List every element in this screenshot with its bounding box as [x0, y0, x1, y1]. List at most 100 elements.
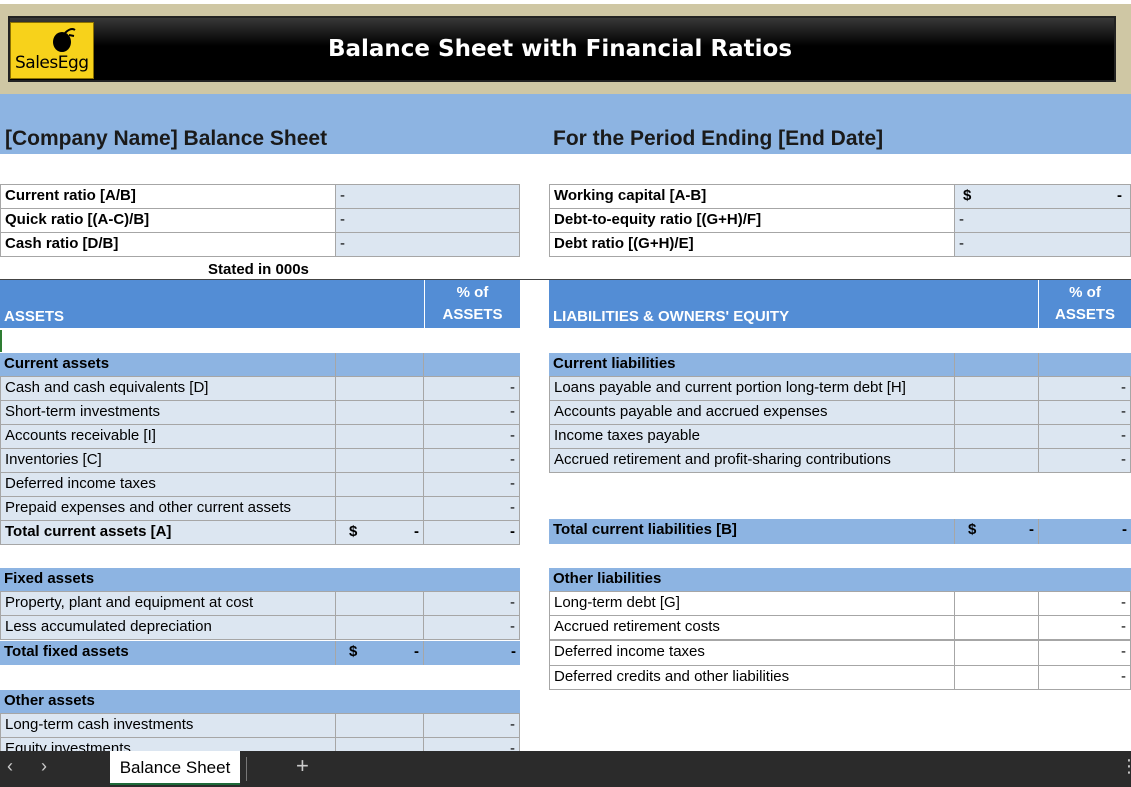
- dollar-sign: $: [349, 523, 358, 540]
- more-options-icon[interactable]: ⋮: [1120, 756, 1131, 777]
- liability-row-value[interactable]: [954, 640, 1039, 666]
- dollar-sign: $: [963, 187, 972, 204]
- ratio-value-current[interactable]: -: [335, 184, 520, 209]
- liability-row-label[interactable]: Income taxes payable: [549, 424, 955, 449]
- next-sheet-icon[interactable]: ›: [34, 756, 54, 777]
- ratio-label-cash[interactable]: Cash ratio [D/B]: [0, 232, 336, 257]
- dash-value: -: [1117, 187, 1122, 204]
- pct-line: ASSETS: [442, 306, 503, 323]
- liabilities-pct-header[interactable]: % of ASSETS: [1038, 280, 1131, 328]
- asset-row-value[interactable]: [335, 376, 424, 401]
- page-title: Balance Sheet with Financial Ratios: [327, 36, 793, 62]
- asset-row-value[interactable]: [335, 713, 424, 738]
- section-cell[interactable]: [954, 353, 1038, 376]
- liability-row-value[interactable]: [954, 591, 1039, 616]
- ratio-label-debt-to-equity[interactable]: Debt-to-equity ratio [(G+H)/F]: [549, 208, 955, 233]
- assets-header[interactable]: ASSETS: [0, 280, 424, 328]
- asset-row-pct[interactable]: -: [423, 448, 520, 473]
- section-title-current-liabilities[interactable]: Current liabilities: [549, 353, 954, 376]
- ratio-value-debt[interactable]: -: [954, 232, 1131, 257]
- liability-row-pct[interactable]: -: [1038, 665, 1131, 690]
- ratio-label-debt[interactable]: Debt ratio [(G+H)/E]: [549, 232, 955, 257]
- liability-row-pct[interactable]: -: [1038, 424, 1131, 449]
- liability-row-pct[interactable]: -: [1038, 448, 1131, 473]
- liability-row-pct[interactable]: -: [1038, 615, 1131, 640]
- ratio-label-current[interactable]: Current ratio [A/B]: [0, 184, 336, 209]
- total-current-liabilities-value[interactable]: $ -: [954, 519, 1038, 544]
- asset-row-pct[interactable]: -: [423, 496, 520, 521]
- total-current-assets-value[interactable]: $ -: [335, 520, 424, 545]
- total-current-assets-label[interactable]: Total current assets [A]: [0, 520, 336, 545]
- ratio-label-working-capital[interactable]: Working capital [A-B]: [549, 184, 955, 209]
- pct-line: ASSETS: [1054, 306, 1115, 323]
- asset-row-pct[interactable]: -: [423, 472, 520, 497]
- total-current-liabilities-label[interactable]: Total current liabilities [B]: [549, 519, 954, 544]
- asset-row-pct[interactable]: -: [423, 615, 520, 640]
- assets-pct-header[interactable]: % of ASSETS: [424, 280, 520, 328]
- liability-row-value[interactable]: [954, 400, 1039, 425]
- salesegg-logo: SalesEgg: [10, 22, 94, 79]
- asset-row-label[interactable]: Property, plant and equipment at cost: [0, 591, 336, 616]
- section-title-fixed-assets[interactable]: Fixed assets: [0, 568, 520, 591]
- section-cell[interactable]: [1038, 353, 1131, 376]
- asset-row-label[interactable]: Accounts receivable [I]: [0, 424, 336, 449]
- section-cell[interactable]: [423, 353, 520, 376]
- asset-row-pct[interactable]: -: [423, 713, 520, 738]
- section-title-other-assets[interactable]: Other assets: [0, 690, 520, 713]
- liability-row-value[interactable]: [954, 665, 1039, 690]
- liability-row-value[interactable]: [954, 424, 1039, 449]
- ratio-value-cash[interactable]: -: [335, 232, 520, 257]
- asset-row-value[interactable]: [335, 591, 424, 616]
- asset-row-label[interactable]: Long-term cash investments: [0, 713, 336, 738]
- liability-row-label[interactable]: Accrued retirement and profit-sharing co…: [549, 448, 955, 473]
- asset-row-label[interactable]: Less accumulated depreciation: [0, 615, 336, 640]
- liability-row-label[interactable]: Accounts payable and accrued expenses: [549, 400, 955, 425]
- liability-row-value[interactable]: [954, 376, 1039, 401]
- prev-sheet-icon[interactable]: ‹: [0, 756, 20, 777]
- asset-row-pct[interactable]: -: [423, 591, 520, 616]
- liability-row-pct[interactable]: -: [1038, 640, 1131, 666]
- liabilities-header[interactable]: LIABILITIES & OWNERS' EQUITY: [549, 280, 1038, 328]
- liability-row-pct[interactable]: -: [1038, 591, 1131, 616]
- liability-row-value[interactable]: [954, 615, 1039, 640]
- liability-row-label[interactable]: Deferred credits and other liabilities: [549, 665, 955, 690]
- liability-row-pct[interactable]: -: [1038, 376, 1131, 401]
- ratio-value-debt-to-equity[interactable]: -: [954, 208, 1131, 233]
- asset-row-value[interactable]: [335, 400, 424, 425]
- total-fixed-assets-pct[interactable]: -: [423, 641, 520, 665]
- asset-row-pct[interactable]: -: [423, 424, 520, 449]
- asset-row-label[interactable]: Inventories [C]: [0, 448, 336, 473]
- liability-row-label[interactable]: Deferred income taxes: [549, 640, 955, 666]
- asset-row-value[interactable]: [335, 424, 424, 449]
- asset-row-pct[interactable]: -: [423, 400, 520, 425]
- asset-row-pct[interactable]: -: [423, 376, 520, 401]
- liability-row-label[interactable]: Loans payable and current portion long-t…: [549, 376, 955, 401]
- liability-row-pct[interactable]: -: [1038, 400, 1131, 425]
- dash-value: -: [1121, 618, 1126, 635]
- asset-row-label[interactable]: Deferred income taxes: [0, 472, 336, 497]
- section-cell[interactable]: [335, 353, 423, 376]
- ratio-label-quick[interactable]: Quick ratio [(A-C)/B]: [0, 208, 336, 233]
- asset-row-value[interactable]: [335, 448, 424, 473]
- liability-row-label[interactable]: Long-term debt [G]: [549, 591, 955, 616]
- ratio-value-quick[interactable]: -: [335, 208, 520, 233]
- asset-row-value[interactable]: [335, 472, 424, 497]
- dash-value: -: [510, 403, 515, 420]
- add-sheet-button[interactable]: +: [296, 753, 309, 779]
- total-current-liabilities-pct[interactable]: -: [1038, 519, 1131, 544]
- liability-row-value[interactable]: [954, 448, 1039, 473]
- dollar-sign: $: [349, 643, 358, 660]
- asset-row-label[interactable]: Prepaid expenses and other current asset…: [0, 496, 336, 521]
- tab-balance-sheet[interactable]: Balance Sheet: [110, 751, 240, 785]
- total-fixed-assets-value[interactable]: $ -: [335, 641, 423, 665]
- asset-row-value[interactable]: [335, 615, 424, 640]
- liability-row-label[interactable]: Accrued retirement costs: [549, 615, 955, 640]
- section-title-current-assets[interactable]: Current assets: [0, 353, 335, 376]
- asset-row-value[interactable]: [335, 496, 424, 521]
- ratio-value-working-capital[interactable]: $ -: [954, 184, 1131, 209]
- total-current-assets-pct[interactable]: -: [423, 520, 520, 545]
- section-title-other-liabilities[interactable]: Other liabilities: [549, 568, 1131, 591]
- asset-row-label[interactable]: Short-term investments: [0, 400, 336, 425]
- total-fixed-assets-label[interactable]: Total fixed assets: [0, 641, 335, 665]
- asset-row-label[interactable]: Cash and cash equivalents [D]: [0, 376, 336, 401]
